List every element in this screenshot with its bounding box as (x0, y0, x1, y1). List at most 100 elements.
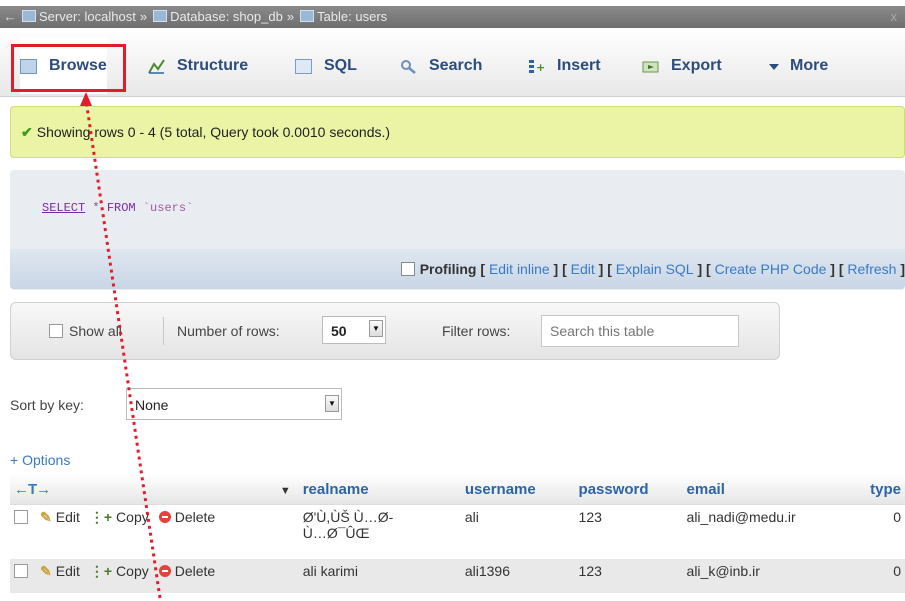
cell-email[interactable]: ali_k@inb.ir (682, 559, 867, 593)
breadcrumb: ← Server: localhost» Database: shop_db» Tab… (0, 6, 905, 28)
sort-toggle[interactable]: ▼ (155, 474, 299, 505)
pencil-icon: ✎ (40, 563, 52, 579)
svg-text:+: + (536, 61, 545, 74)
row-checkbox[interactable] (14, 564, 28, 578)
cell-password[interactable]: 123 (574, 504, 683, 559)
column-controls: ←T→ (10, 474, 156, 505)
tab-label: More (790, 57, 829, 74)
structure-icon (148, 58, 165, 74)
sql-icon (295, 58, 312, 74)
refresh-link[interactable]: Refresh (847, 261, 896, 277)
table-icon (300, 10, 315, 22)
tab-bar: Browse Structure SQL Search + Insert Exp… (0, 28, 905, 97)
cell-type[interactable]: 0 (866, 504, 905, 559)
chevron-down-icon[interactable]: ▼ (325, 395, 339, 412)
number-of-rows-value: 50 (331, 323, 347, 339)
breadcrumb-separator: » (139, 9, 148, 24)
show-all-checkbox[interactable] (49, 324, 63, 338)
breadcrumb-table[interactable]: Table: users (317, 9, 387, 24)
message-text: Showing rows 0 - 4 (5 total, Query took … (36, 124, 391, 140)
sql-query: SELECT * FROM `users` (42, 201, 193, 215)
edit-link[interactable]: Edit (56, 509, 80, 525)
cell-realname-line1: Ø'Ù,ÙŠ Ù…Ø- (302, 509, 394, 525)
back-arrow-icon[interactable]: ← (0, 6, 20, 28)
divider (163, 317, 164, 345)
profiling-label: Profiling (419, 261, 477, 277)
tab-sql[interactable]: SQL (295, 38, 357, 94)
chevron-down-icon[interactable]: ▼ (369, 320, 383, 337)
row-actions: ✎ Edit ⋮+ Copy Delete (10, 559, 299, 593)
chevron-down-icon[interactable]: ▼ (280, 485, 291, 497)
cell-realname-line2: Ù…Ø¯ÛŒ (302, 525, 370, 541)
navigation-bar: Show all Number of rows: 50 ▼ Filter row… (10, 302, 780, 360)
number-of-rows-select[interactable]: 50 ▼ (322, 316, 386, 344)
tab-label: Structure (177, 57, 249, 74)
database-icon (153, 10, 168, 22)
server-icon (22, 10, 36, 22)
tab-search[interactable]: Search (400, 38, 482, 94)
browse-highlight-box (11, 44, 126, 92)
chevron-down-icon (768, 59, 780, 74)
sql-table-name: `users` (142, 201, 194, 215)
cell-username[interactable]: ali (460, 504, 575, 559)
delete-link[interactable]: Delete (175, 509, 215, 525)
cell-password[interactable]: 123 (574, 559, 683, 593)
delete-link[interactable]: Delete (175, 563, 215, 579)
column-header-email[interactable]: email (682, 474, 867, 505)
sort-by-key-value: None (135, 397, 169, 413)
breadcrumb-database[interactable]: Database: shop_db (170, 9, 283, 24)
delete-icon (158, 511, 171, 523)
tab-more[interactable]: More (768, 38, 828, 94)
edit-inline-link[interactable]: Edit inline (489, 261, 550, 277)
pencil-icon: ✎ (40, 509, 52, 525)
sql-star: * (92, 201, 100, 215)
edit-link[interactable]: Edit (571, 261, 595, 277)
filter-rows-label: Filter rows: (442, 323, 511, 339)
column-header-realname[interactable]: realname (298, 474, 461, 505)
tab-export[interactable]: Export (642, 38, 722, 94)
sql-select-keyword[interactable]: SELECT (42, 201, 85, 215)
row-checkbox[interactable] (14, 510, 28, 524)
cell-realname[interactable]: ali karimi (298, 559, 461, 593)
options-link[interactable]: + Options (10, 452, 70, 468)
tab-label: Export (671, 57, 722, 74)
cell-email[interactable]: ali_nadi@medu.ir (682, 504, 867, 559)
column-header-password[interactable]: password (574, 474, 683, 505)
copy-icon: ⋮+ (89, 509, 113, 525)
results-table: ←T→ ▼ realname username password email t… (10, 474, 905, 593)
cell-realname[interactable]: Ø'Ù,ÙŠ Ù…Ø- Ù…Ø¯ÛŒ (298, 504, 461, 559)
table-header-row: ←T→ ▼ realname username password email t… (10, 474, 905, 505)
copy-link[interactable]: Copy (116, 509, 149, 525)
filter-rows-input[interactable] (541, 315, 739, 347)
profiling-checkbox[interactable] (400, 262, 415, 276)
tab-label: Insert (557, 57, 601, 74)
sql-links-bar: Profiling [ Edit inline ] [ Edit ] [ Exp… (10, 249, 905, 289)
table-row: ✎ Edit ⋮+ Copy Delete ali karimi ali1396 123… (10, 559, 905, 593)
breadcrumb-separator: » (286, 9, 295, 24)
check-icon: ✔ (21, 124, 33, 140)
column-header-type[interactable]: type (866, 474, 905, 505)
cell-type[interactable]: 0 (866, 559, 905, 593)
insert-icon: + (528, 59, 545, 74)
sort-by-key-label: Sort by key: (10, 397, 84, 413)
table-row: ✎ Edit ⋮+ Copy Delete Ø'Ù,ÙŠ Ù…Ø- Ù…Ø¯ÛŒ ali… (10, 504, 905, 559)
number-of-rows-label: Number of rows: (177, 323, 280, 339)
sort-by-key-select[interactable]: None ▼ (126, 388, 342, 420)
tab-insert[interactable]: + Insert (528, 38, 601, 94)
tab-structure[interactable]: Structure (148, 38, 248, 94)
column-header-username[interactable]: username (460, 474, 575, 505)
breadcrumb-server[interactable]: Server: localhost (39, 9, 136, 24)
search-icon (400, 59, 417, 74)
close-icon[interactable]: x (891, 6, 898, 28)
tab-label: Search (429, 57, 483, 74)
sql-from-keyword: FROM (106, 201, 136, 215)
column-arrows-icon[interactable]: ←T→ (14, 481, 51, 498)
edit-link[interactable]: Edit (56, 563, 80, 579)
copy-link[interactable]: Copy (116, 563, 149, 579)
show-all-control[interactable]: Show all (49, 303, 122, 359)
show-all-label: Show all (69, 323, 122, 339)
tab-label: SQL (324, 57, 357, 74)
create-php-code-link[interactable]: Create PHP Code (715, 261, 827, 277)
explain-sql-link[interactable]: Explain SQL (616, 261, 694, 277)
cell-username[interactable]: ali1396 (460, 559, 575, 593)
